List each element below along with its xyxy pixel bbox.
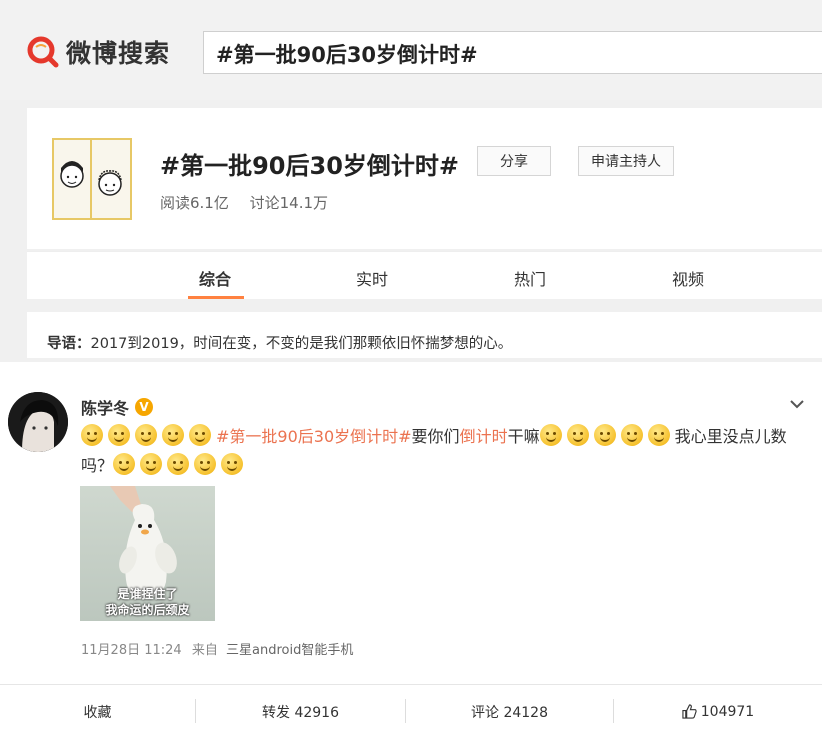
comment-label: 评论 24128 — [471, 704, 548, 721]
search-header: 微博搜索 #第一批90后30岁倒计时# — [0, 0, 822, 100]
smile-emoji-icon — [135, 424, 157, 446]
topic-intro: 导语：2017到2019，时间在变，不变的是我们那颗依旧怀揣梦想的心。 — [27, 312, 822, 358]
source-device[interactable]: 三星android智能手机 — [226, 643, 353, 658]
tab-comprehensive[interactable]: 综合 — [199, 266, 231, 290]
avatar[interactable] — [8, 392, 68, 452]
image-caption: 是谁捏住了 我命运的后颈皮 — [80, 586, 215, 618]
like-count: 104971 — [700, 703, 755, 720]
weibo-post: 陈学冬 V #第一批90后30岁倒计时#要你们倒计时干嘛 我心里没点儿数吗？ 是谁… — [0, 362, 822, 737]
share-button[interactable]: 分享 — [477, 146, 551, 176]
chevron-down-icon[interactable] — [790, 394, 804, 413]
tab-hot[interactable]: 热门 — [514, 266, 546, 290]
repost-label: 转发 42916 — [262, 704, 339, 721]
intro-label: 导语： — [47, 336, 91, 352]
topic-tabs: 综合 实时 热门 视频 — [27, 251, 822, 299]
smile-emoji-icon — [593, 424, 616, 446]
topic-card: #第一批90后30岁倒计时# 分享 申请主持人 阅读6.1亿 讨论14.1万 — [27, 108, 822, 249]
repost-button[interactable]: 转发 42916 — [196, 685, 405, 737]
smile-emoji-icon — [113, 453, 136, 475]
smile-emoji-icon — [539, 424, 562, 446]
smile-emoji-icon — [167, 453, 190, 475]
thumbs-up-icon — [682, 704, 697, 719]
favorite-label: 收藏 — [83, 704, 112, 721]
search-query-text: #第一批90后30岁倒计时# — [216, 43, 478, 67]
apply-host-button[interactable]: 申请主持人 — [578, 146, 674, 176]
verified-icon: V — [135, 398, 154, 416]
smile-emoji-icon — [140, 453, 163, 475]
tab-realtime[interactable]: 实时 — [356, 266, 388, 290]
smile-emoji-icon — [81, 424, 103, 446]
image-caption-line: 我命运的后颈皮 — [105, 603, 190, 617]
search-input[interactable]: #第一批90后30岁倒计时# — [203, 31, 822, 74]
post-timestamp[interactable]: 11月28日 11:24 — [81, 643, 182, 658]
active-tab-indicator — [188, 296, 244, 299]
content-text: 要你们 — [411, 427, 460, 446]
like-button[interactable]: 104971 — [614, 685, 822, 737]
smile-emoji-icon — [162, 424, 184, 446]
keyword-highlight: 倒计时 — [459, 427, 508, 446]
favorite-button[interactable]: 收藏 — [0, 685, 195, 737]
search-logo-icon — [26, 35, 60, 69]
smile-emoji-icon — [566, 424, 589, 446]
read-count: 阅读6.1亿 — [160, 194, 229, 212]
logo-text: 微博搜索 — [66, 39, 171, 68]
post-meta: 11月28日 11:24 来自 三星android智能手机 — [81, 639, 353, 658]
discussion-count: 讨论14.1万 — [249, 194, 329, 212]
smile-emoji-icon — [647, 424, 670, 446]
topic-title: #第一批90后30岁倒计时# — [160, 152, 460, 180]
image-caption-line: 是谁捏住了 — [117, 587, 178, 601]
smile-emoji-icon — [189, 424, 211, 446]
author-name-text: 陈学冬 — [81, 399, 130, 418]
source-prefix: 来自 — [191, 643, 218, 658]
intro-text: 导语：2017到2019，时间在变，不变的是我们那颗依旧怀揣梦想的心。 — [47, 332, 512, 353]
intro-body: 2017到2019，时间在变，不变的是我们那颗依旧怀揣梦想的心。 — [90, 336, 513, 352]
smile-emoji-icon — [620, 424, 643, 446]
weibo-search-logo[interactable]: 微博搜索 — [26, 34, 170, 70]
smile-emoji-icon — [108, 424, 130, 446]
tab-video[interactable]: 视频 — [672, 266, 704, 290]
topic-stats: 阅读6.1亿 讨论14.1万 — [160, 192, 328, 213]
action-bar: 收藏 转发 42916 评论 24128 104971 — [0, 684, 822, 737]
comment-button[interactable]: 评论 24128 — [406, 685, 613, 737]
post-image[interactable]: 是谁捏住了 我命运的后颈皮 — [80, 486, 215, 621]
smile-emoji-icon — [194, 453, 217, 475]
content-text: 干嘛 — [507, 427, 540, 446]
post-content: #第一批90后30岁倒计时#要你们倒计时干嘛 我心里没点儿数吗？ — [81, 422, 801, 480]
smile-emoji-icon — [221, 453, 244, 475]
hashtag-link[interactable]: #第一批90后30岁倒计时# — [216, 427, 412, 446]
author-name[interactable]: 陈学冬 V — [81, 395, 154, 419]
topic-thumbnail — [52, 138, 132, 220]
